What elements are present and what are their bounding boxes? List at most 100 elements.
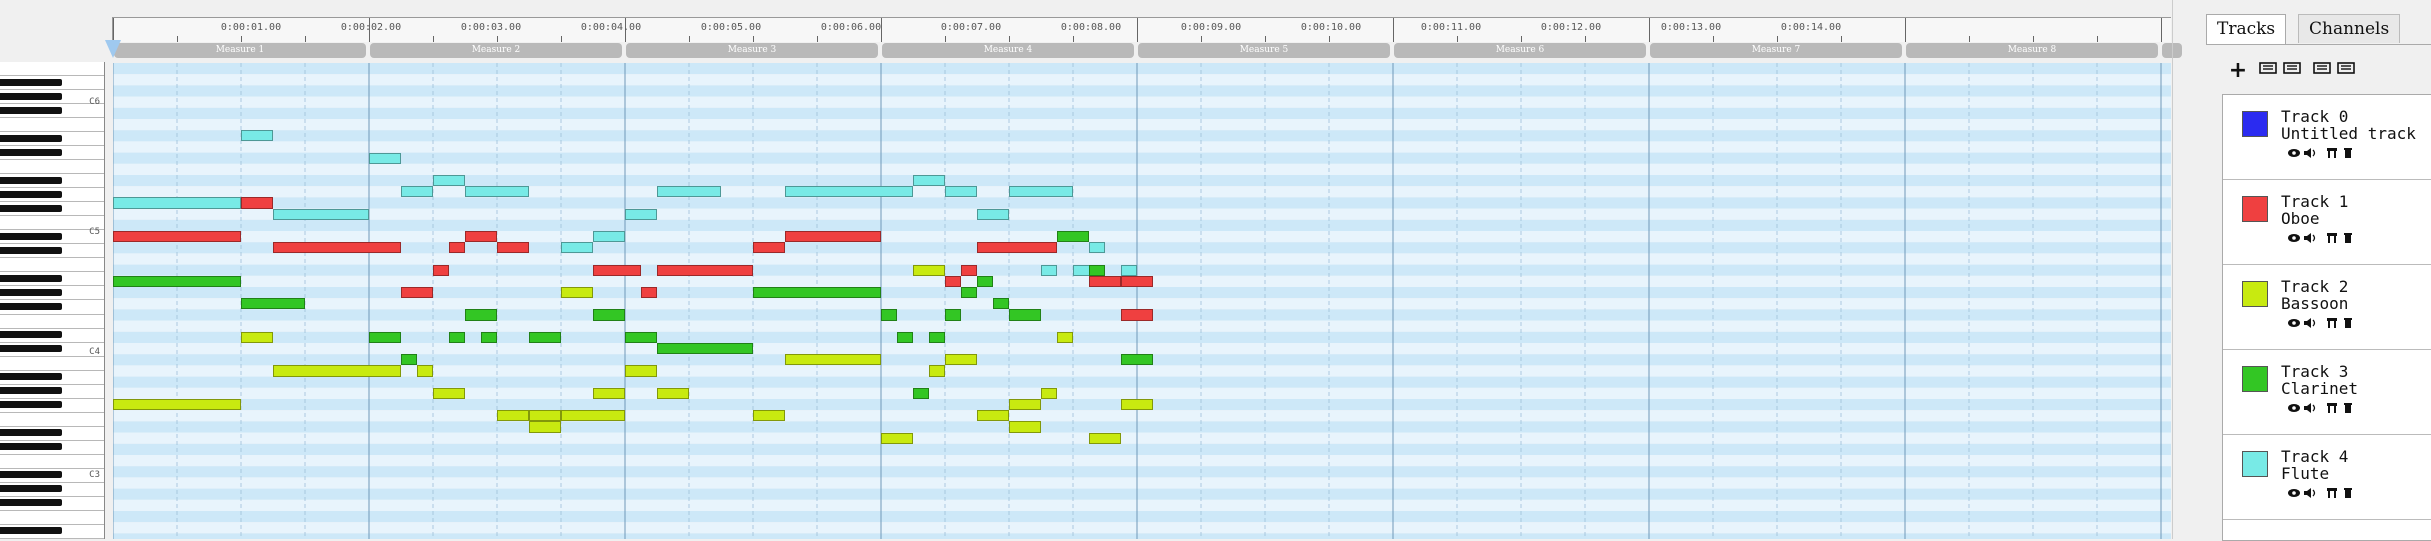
note-clarinet[interactable] [1057,231,1089,243]
note-flute[interactable] [785,186,913,198]
white-key[interactable] [0,258,104,273]
track-color-swatch[interactable] [2242,451,2268,477]
note-clarinet[interactable] [449,331,465,343]
note-clarinet[interactable] [897,331,913,343]
note-flute[interactable] [1041,264,1057,276]
track-list[interactable]: Track 0 Untitled track Track 1 Oboe Track 2B… [2222,94,2431,541]
playhead-marker[interactable] [105,40,121,58]
note-bassoon[interactable] [497,410,529,422]
note-oboe[interactable] [753,242,785,254]
note-flute[interactable] [657,186,721,198]
white-key[interactable] [0,413,104,427]
black-key[interactable] [0,387,62,395]
note-clarinet[interactable] [241,298,305,310]
note-bassoon[interactable] [1121,399,1153,411]
instrument-icon[interactable] [2325,486,2339,500]
note-oboe[interactable] [641,287,657,299]
note-flute[interactable] [369,152,401,164]
reset-view-button[interactable] [2334,58,2358,82]
piano-roll[interactable] [113,63,2171,539]
black-key[interactable] [0,331,62,339]
note-oboe[interactable] [977,242,1057,254]
note-clarinet[interactable] [481,331,497,343]
note-oboe[interactable] [1121,275,1153,287]
note-clarinet[interactable] [1121,354,1153,366]
note-flute[interactable] [465,186,529,198]
note-bassoon[interactable] [1041,387,1057,399]
black-key[interactable] [0,232,62,240]
note-clarinet[interactable] [993,298,1009,310]
note-bassoon[interactable] [417,365,433,377]
note-oboe[interactable] [1121,309,1153,321]
black-key[interactable] [0,148,62,156]
measure-label[interactable]: Measure 4 [882,43,1134,58]
black-key[interactable] [0,288,62,296]
speaker-icon[interactable] [2303,146,2317,160]
instrument-icon[interactable] [2325,146,2339,160]
track-color-swatch[interactable] [2242,366,2268,392]
note-clarinet[interactable] [529,331,561,343]
note-bassoon[interactable] [977,410,1009,422]
speaker-icon[interactable] [2303,231,2317,245]
delete-icon[interactable] [2341,316,2355,330]
note-flute[interactable] [433,175,465,187]
white-key[interactable] [0,511,104,525]
note-clarinet[interactable] [401,354,417,366]
measure-label[interactable]: Measure 5 [1138,43,1390,58]
measure-label[interactable]: Measure 8 [1906,43,2158,58]
note-bassoon[interactable] [241,331,273,343]
note-bassoon[interactable] [1009,421,1041,433]
tab-tracks[interactable]: Tracks [2206,14,2287,44]
note-bassoon[interactable] [625,365,657,377]
visibility-icon[interactable] [2287,486,2301,500]
visibility-icon[interactable] [2287,401,2301,415]
black-key[interactable] [0,204,62,212]
delete-icon[interactable] [2341,146,2355,160]
note-bassoon[interactable] [273,365,401,377]
instrument-icon[interactable] [2325,231,2339,245]
note-bassoon[interactable] [753,410,785,422]
delete-icon[interactable] [2341,486,2355,500]
note-oboe[interactable] [593,264,641,276]
black-key[interactable] [0,274,62,282]
speaker-icon[interactable] [2303,401,2317,415]
delete-icon[interactable] [2341,401,2355,415]
note-bassoon[interactable] [113,399,241,411]
note-flute[interactable] [401,186,433,198]
note-oboe[interactable] [497,242,529,254]
instrument-icon[interactable] [2325,401,2339,415]
note-flute[interactable] [913,175,945,187]
black-key[interactable] [0,246,62,254]
note-clarinet[interactable] [977,275,993,287]
note-bassoon[interactable] [561,410,625,422]
tab-channels[interactable]: Channels [2298,14,2401,43]
note-oboe[interactable] [273,242,401,254]
plus-button[interactable]: + [2226,58,2250,83]
note-oboe[interactable] [449,242,465,254]
measure-label[interactable]: Measure 7 [1650,43,1902,58]
note-bassoon[interactable] [561,287,593,299]
hide-all-button[interactable] [2310,58,2334,82]
black-key[interactable] [0,92,62,100]
black-key[interactable] [0,106,62,114]
note-clarinet[interactable] [929,331,945,343]
note-clarinet[interactable] [625,331,657,343]
note-flute[interactable] [1009,186,1073,198]
visibility-icon[interactable] [2287,316,2301,330]
track-color-swatch[interactable] [2242,196,2268,222]
note-clarinet[interactable] [945,309,961,321]
instrument-icon[interactable] [2325,316,2339,330]
note-bassoon[interactable] [945,354,977,366]
measure-label[interactable]: Measure 3 [626,43,878,58]
note-clarinet[interactable] [113,275,241,287]
note-oboe[interactable] [401,287,433,299]
note-bassoon[interactable] [929,365,945,377]
black-key[interactable] [0,499,62,507]
note-flute[interactable] [273,208,369,220]
black-key[interactable] [0,527,62,535]
note-flute[interactable] [1121,264,1137,276]
note-bassoon[interactable] [1057,331,1073,343]
white-key[interactable] [0,315,104,329]
note-oboe[interactable] [785,231,881,243]
black-key[interactable] [0,302,62,310]
